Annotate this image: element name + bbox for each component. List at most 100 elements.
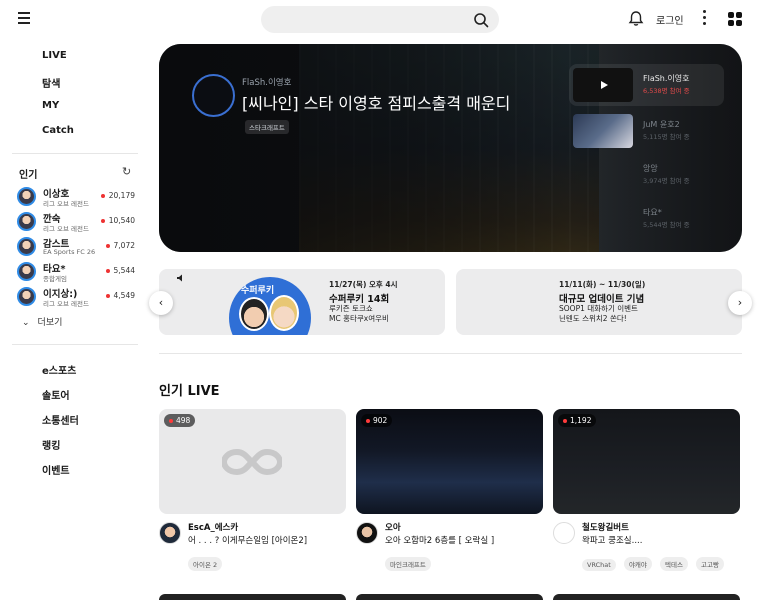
promo-card[interactable]: 11/11(화) ~ 11/30(일) 대규모 업데이트 기념 SOOP1 대화…	[456, 269, 742, 335]
nav-catch[interactable]: Catch	[42, 125, 74, 136]
viewer-count: 20,179	[101, 191, 135, 200]
avatar	[17, 187, 36, 206]
viewer-count: 7,072	[106, 241, 135, 250]
category-tag[interactable]: 아이온 2	[188, 557, 223, 571]
banner-tag[interactable]: 스타크래프트	[245, 120, 289, 134]
chevron-left-icon[interactable]: ‹	[149, 291, 173, 315]
play-icon	[601, 81, 608, 89]
stream-title[interactable]: 어 . . . ? 이게무슨일임 [아이온2]	[188, 534, 307, 546]
side-streamer: FlaSh.이영호	[643, 74, 690, 83]
banner-title[interactable]: [씨나인] 스타 이영호 점피스출격 매운디	[242, 90, 510, 114]
avatar[interactable]	[159, 522, 181, 544]
promo-image: 수퍼루키	[229, 277, 311, 335]
streamer-item[interactable]: 타요* 종합게임 5,544	[17, 261, 135, 283]
search-input[interactable]	[273, 11, 463, 28]
more-options-icon[interactable]	[700, 10, 708, 28]
promo-subtitle: MC 홍타쿠x여우비	[329, 314, 389, 323]
avatar	[17, 212, 36, 231]
live-badge: 902	[361, 414, 393, 427]
viewer-count: 5,544	[106, 266, 135, 275]
search-bar[interactable]	[261, 6, 499, 33]
viewer-count: 4,549	[106, 291, 135, 300]
channel-logo	[192, 74, 235, 117]
chevron-right-icon[interactable]: ›	[728, 291, 752, 315]
chevron-down-icon: ⌄	[22, 318, 30, 328]
promo-date: 11/27(목) 오후 4시	[329, 280, 398, 289]
category-tag[interactable]: 야캐야	[623, 557, 652, 571]
streamer-item[interactable]: 이상호 리그 오브 레전드 20,179	[17, 186, 135, 208]
speaker-icon[interactable]	[176, 273, 186, 286]
banner-side-item[interactable]: JuM 윤호2 5,115명 참여 중	[569, 110, 724, 152]
nav-store[interactable]: 솔토어	[42, 387, 70, 402]
sidebar-divider	[12, 153, 138, 154]
nav-explore[interactable]: 탐색	[42, 75, 60, 90]
category-tag[interactable]: 마인크래프트	[385, 557, 431, 571]
login-button[interactable]: 로그인	[656, 12, 684, 27]
live-card-partial[interactable]	[553, 594, 740, 600]
streamer-category: EA Sports FC 26	[43, 248, 96, 256]
streamer-item[interactable]: 깐숙 리그 오브 레전드 10,540	[17, 211, 135, 233]
viewer-count: 10,540	[101, 216, 135, 225]
side-viewers: 5,544명 참여 중	[643, 221, 690, 229]
placeholder-logo-icon	[222, 448, 282, 476]
promo-date: 11/11(화) ~ 11/30(일)	[559, 280, 646, 289]
content-divider	[159, 353, 742, 354]
nav-esports[interactable]: e스포츠	[42, 362, 76, 377]
menu-icon[interactable]	[14, 9, 36, 29]
live-card-partial[interactable]	[356, 594, 543, 600]
promo-card[interactable]: 수퍼루키 11/27(목) 오후 4시 수퍼루키 14회 루키즌 토크쇼 MC …	[159, 269, 445, 335]
side-streamer: 앙앙	[643, 164, 658, 173]
channel-name[interactable]: 오아	[385, 521, 401, 533]
avatar[interactable]	[356, 522, 378, 544]
streamer-category: 리그 오브 레전드	[43, 200, 89, 208]
search-icon[interactable]	[473, 12, 489, 28]
streamer-category: 종합게임	[43, 275, 67, 283]
live-badge: 1,192	[558, 414, 597, 427]
avatar	[17, 287, 36, 306]
sidebar-divider	[12, 344, 138, 345]
banner-side-item[interactable]: FlaSh.이영호 6,538명 참여 중	[569, 64, 724, 106]
avatar	[17, 237, 36, 256]
channel-name[interactable]: 철도왕길버트	[582, 521, 629, 533]
banner-side-item[interactable]: 앙앙 3,974명 참여 중	[569, 154, 724, 196]
promo-subtitle: 닌텐도 스위치2 쏜다!	[559, 314, 627, 323]
card-thumbnail[interactable]: 902	[356, 409, 543, 514]
popular-title: 인기	[19, 170, 38, 181]
banner-streamer: FlaSh.이영호	[242, 78, 292, 88]
card-thumbnail[interactable]: 498	[159, 409, 346, 514]
streamer-category: 리그 오브 레전드	[43, 225, 89, 233]
card-thumbnail[interactable]: 1,192	[553, 409, 740, 514]
more-button[interactable]: ⌄ 더보기	[22, 315, 62, 328]
apps-grid-icon[interactable]	[728, 12, 742, 26]
side-streamer: JuM 윤호2	[643, 120, 680, 129]
channel-name[interactable]: EscA_에스카	[188, 521, 238, 533]
stream-title[interactable]: 왁파고 쿵조실....	[582, 534, 642, 546]
stream-title[interactable]: 오아 오함마2 6층를 [ 오락실 ]	[385, 534, 494, 546]
section-title: 인기 LIVE	[159, 384, 220, 399]
side-streamer: 타요*	[643, 208, 662, 217]
nav-live[interactable]: LIVE	[42, 50, 67, 61]
featured-banner[interactable]: FlaSh.이영호 [씨나인] 스타 이영호 점피스출격 매운디 스타크래프트 …	[159, 44, 742, 252]
side-viewers: 3,974명 참여 중	[643, 177, 690, 185]
side-thumbnail	[573, 68, 633, 102]
promo-badge: 수퍼루키	[241, 286, 275, 296]
avatar[interactable]	[553, 522, 575, 544]
nav-events[interactable]: 이벤트	[42, 462, 70, 477]
live-badge: 498	[164, 414, 196, 427]
bell-icon[interactable]	[628, 10, 644, 27]
side-thumbnail	[573, 114, 633, 148]
category-tag[interactable]: 텍테스	[659, 557, 688, 571]
streamer-item[interactable]: 감스트 EA Sports FC 26 7,072	[17, 236, 135, 258]
live-card-partial[interactable]	[159, 594, 346, 600]
refresh-icon[interactable]: ↻	[122, 165, 131, 178]
side-viewers: 5,115명 참여 중	[643, 133, 690, 141]
streamer-item[interactable]: 이지상:) 리그 오브 레전드 4,549	[17, 286, 135, 308]
nav-help-center[interactable]: 소통센터	[42, 412, 79, 427]
category-tag[interactable]: VRChat	[582, 559, 616, 571]
streamer-category: 리그 오브 레전드	[43, 300, 89, 308]
nav-ranking[interactable]: 랭킹	[42, 437, 60, 452]
nav-my[interactable]: MY	[42, 100, 59, 111]
banner-side-item[interactable]: 타요* 5,544명 참여 중	[569, 198, 724, 240]
category-tag[interactable]: 고고빵	[696, 557, 724, 571]
avatar	[17, 262, 36, 281]
